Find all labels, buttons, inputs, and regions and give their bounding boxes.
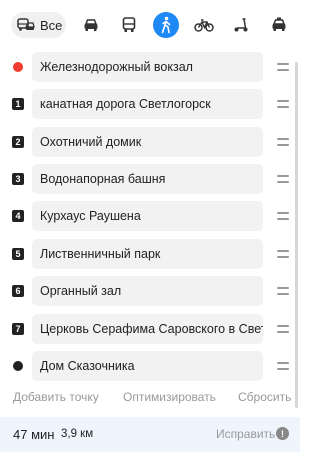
taxi-icon <box>272 17 286 31</box>
transport-mode-bar: Все <box>0 0 300 52</box>
mode-pedestrian-button[interactable] <box>153 12 179 38</box>
drag-handle-icon[interactable] <box>277 323 289 335</box>
drag-handle-icon[interactable] <box>277 98 289 110</box>
waypoint-number-marker: 2 <box>12 136 24 148</box>
route-point-input[interactable]: Органный зал <box>32 276 263 306</box>
mode-all-button[interactable]: Все <box>11 12 66 38</box>
route-point-row: 2 Охотничий домик <box>0 127 300 157</box>
waypoint-number-marker: 3 <box>12 173 24 185</box>
waypoint-number-marker: 6 <box>12 285 24 297</box>
route-point-row: 1 канатная дорога Светлогорск <box>0 89 300 119</box>
drag-handle-icon[interactable] <box>277 248 289 260</box>
route-point-input[interactable]: Лиственничный парк <box>32 239 263 269</box>
bus-icon <box>122 17 136 32</box>
optimize-button[interactable]: Оптимизировать <box>123 390 216 404</box>
drag-handle-icon[interactable] <box>277 210 289 222</box>
scooter-icon <box>234 18 248 32</box>
route-point-row: 4 Курхаус Раушена <box>0 201 300 231</box>
mode-bus-button[interactable] <box>116 12 142 38</box>
route-point-row: Дом Сказочника <box>0 351 300 381</box>
add-point-button[interactable]: Добавить точку <box>13 390 99 404</box>
route-point-input[interactable]: канатная дорога Светлогорск <box>32 89 263 119</box>
pedestrian-icon <box>161 16 171 34</box>
drag-handle-icon[interactable] <box>277 285 289 297</box>
route-point-input[interactable]: Железнодорожный вокзал <box>32 52 263 82</box>
drag-handle-icon[interactable] <box>277 61 289 73</box>
waypoint-number-marker: 4 <box>12 210 24 222</box>
mode-all-label: Все <box>40 17 63 33</box>
route-distance: 3,9 км <box>61 428 94 440</box>
info-icon[interactable]: ! <box>276 427 289 440</box>
route-point-input[interactable]: Дом Сказочника <box>32 351 263 381</box>
route-point-input[interactable]: Водонапорная башня <box>32 164 263 194</box>
car-icon <box>84 19 98 31</box>
mode-taxi-button[interactable] <box>266 12 292 38</box>
route-point-row: Железнодорожный вокзал <box>0 52 300 82</box>
mode-scooter-button[interactable] <box>228 12 254 38</box>
route-summary: 47 мин 3,9 км Исправить ! <box>0 417 300 452</box>
bicycle-icon <box>194 19 214 32</box>
route-point-input[interactable]: Охотничий домик <box>32 127 263 157</box>
waypoint-number-marker: 5 <box>12 248 24 260</box>
mode-bicycle-button[interactable] <box>191 12 217 38</box>
reset-button[interactable]: Сбросить <box>238 390 291 404</box>
drag-handle-icon[interactable] <box>277 136 289 148</box>
end-point-marker <box>13 361 23 371</box>
route-point-row: 5 Лиственничный парк <box>0 239 300 269</box>
drag-handle-icon[interactable] <box>277 173 289 185</box>
waypoint-number-marker: 7 <box>12 323 24 335</box>
bus-car-icon <box>17 18 35 31</box>
list-scrollbar[interactable] <box>295 62 298 408</box>
route-point-input[interactable]: Церковь Серафима Саровского в Светл... <box>32 314 263 344</box>
drag-handle-icon[interactable] <box>277 360 289 372</box>
fix-route-button[interactable]: Исправить <box>216 427 275 441</box>
route-point-row: 3 Водонапорная башня <box>0 164 300 194</box>
route-point-row: 6 Органный зал <box>0 276 300 306</box>
waypoint-number-marker: 1 <box>12 98 24 110</box>
start-point-marker <box>13 62 23 72</box>
route-point-input[interactable]: Курхаус Раушена <box>32 201 263 231</box>
route-point-row: 7 Церковь Серафима Саровского в Светл... <box>0 314 300 344</box>
route-time: 47 мин <box>13 427 55 442</box>
route-actions: Добавить точку Оптимизировать Сбросить <box>0 386 300 410</box>
mode-car-button[interactable] <box>78 12 104 38</box>
